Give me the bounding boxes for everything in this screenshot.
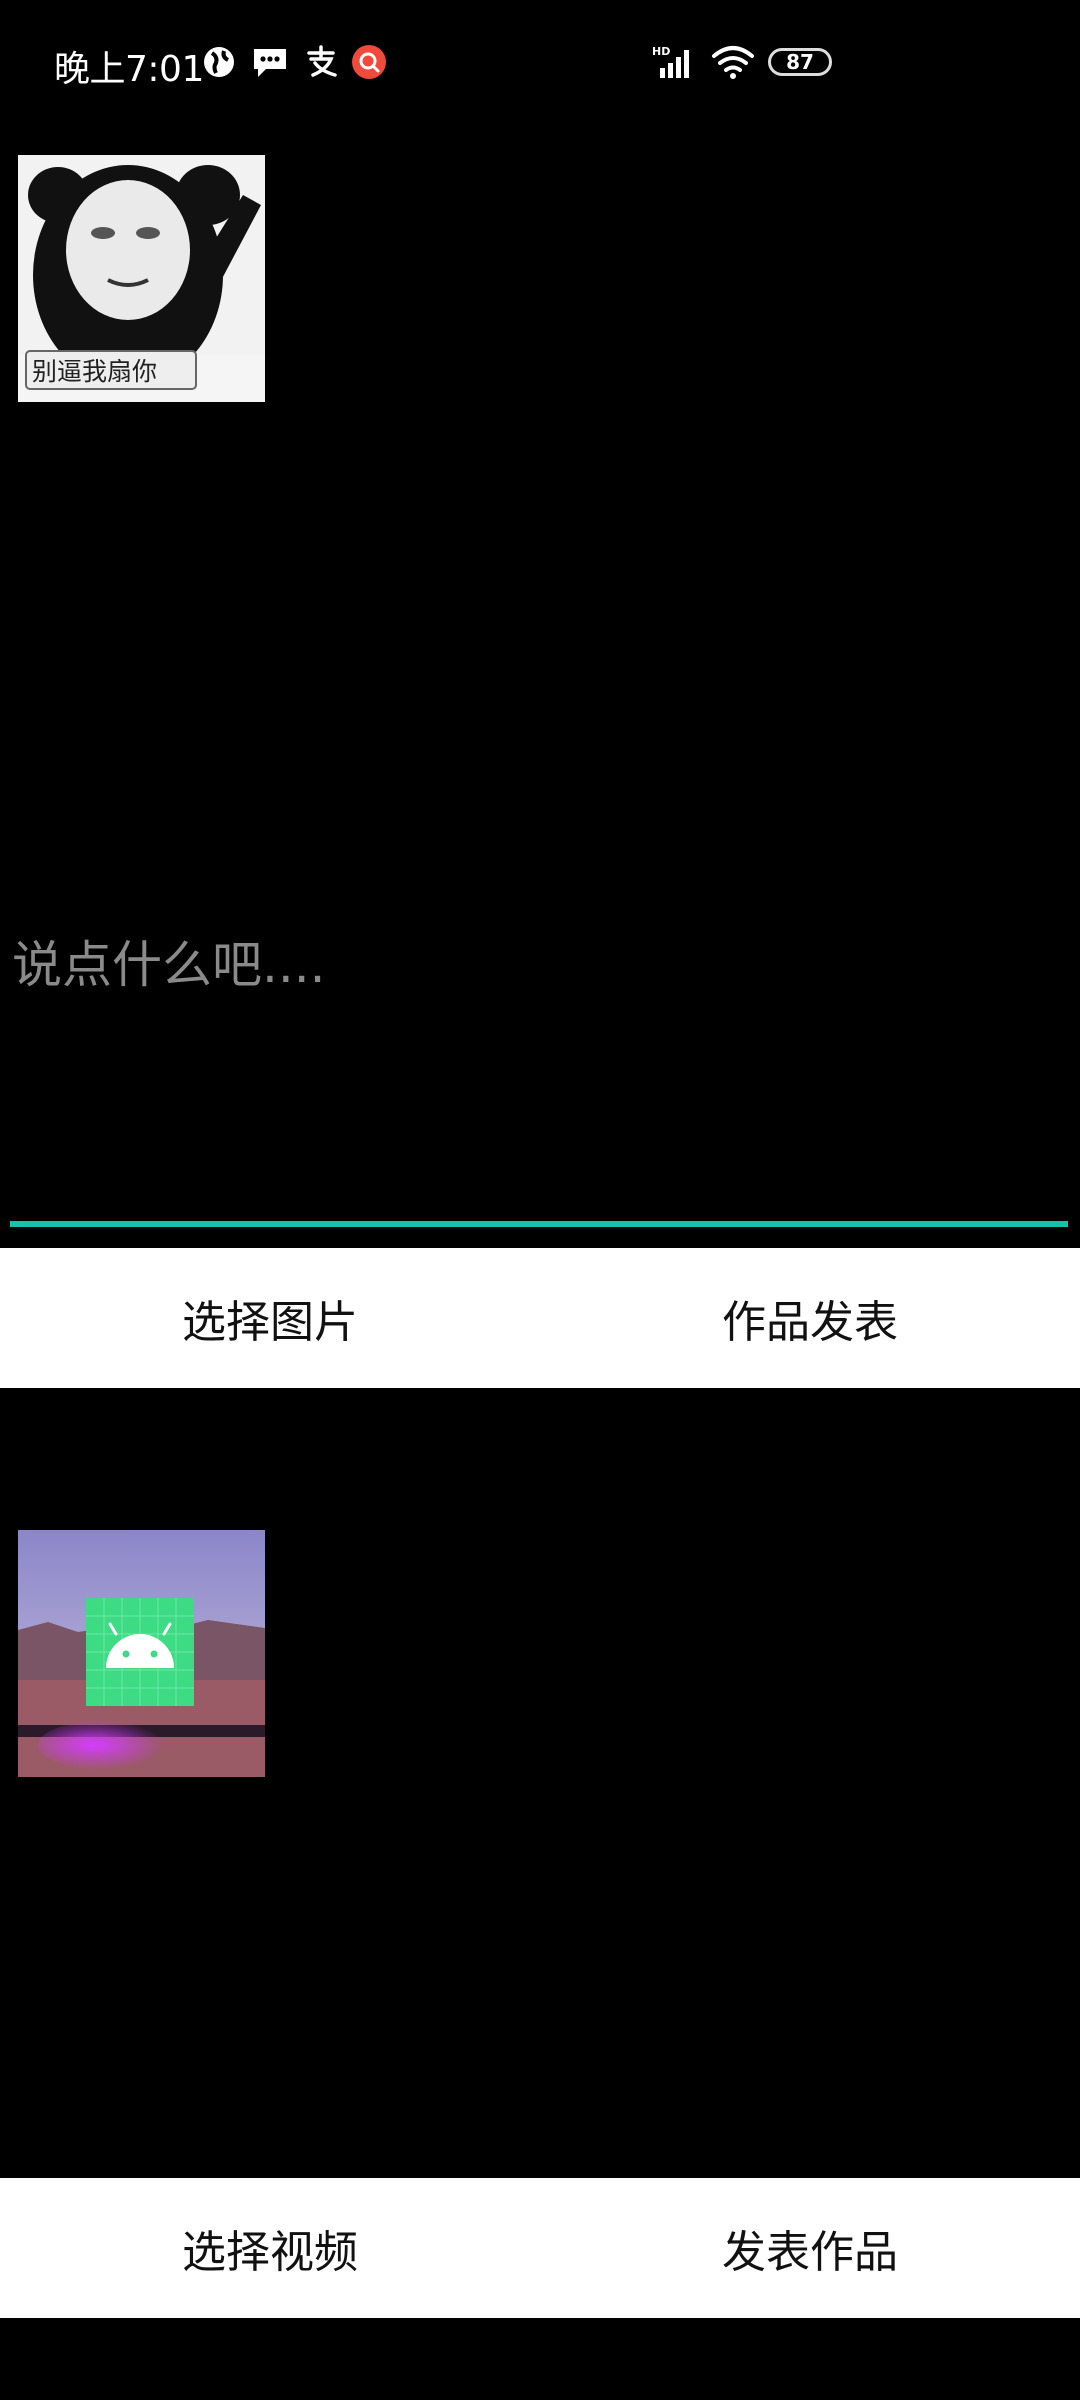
thumbnail-caption: 别逼我扇你 (32, 357, 157, 386)
image-action-bar: 选择图片 作品发表 (0, 1248, 1080, 1388)
selected-image-thumbnail[interactable]: 别逼我扇你 (18, 155, 265, 402)
publish-work-button[interactable]: 作品发表 (540, 1248, 1080, 1388)
selected-video-thumbnail[interactable] (18, 1530, 265, 1777)
video-action-bar: 选择视频 发表作品 (0, 2178, 1080, 2318)
globe-icon (200, 44, 238, 80)
message-icon (250, 44, 290, 80)
status-time: 晚上7:01 (54, 49, 204, 90)
status-bar: 晚上7:01 HD 87 (0, 0, 1080, 130)
select-image-button[interactable]: 选择图片 (0, 1248, 540, 1388)
notification-icon (350, 44, 388, 80)
input-underline (10, 1221, 1068, 1227)
wifi-icon (710, 44, 756, 80)
signal-icon: HD (652, 44, 698, 80)
alipay-icon (302, 44, 340, 80)
battery-indicator: 87 (768, 48, 832, 76)
video-preview-image (18, 1530, 265, 1777)
post-text-input[interactable] (12, 900, 1068, 1030)
network-type-label: HD (652, 45, 670, 58)
select-video-button[interactable]: 选择视频 (0, 2178, 540, 2318)
publish-video-button[interactable]: 发表作品 (540, 2178, 1080, 2318)
panda-meme-image: 别逼我扇你 (18, 155, 265, 402)
